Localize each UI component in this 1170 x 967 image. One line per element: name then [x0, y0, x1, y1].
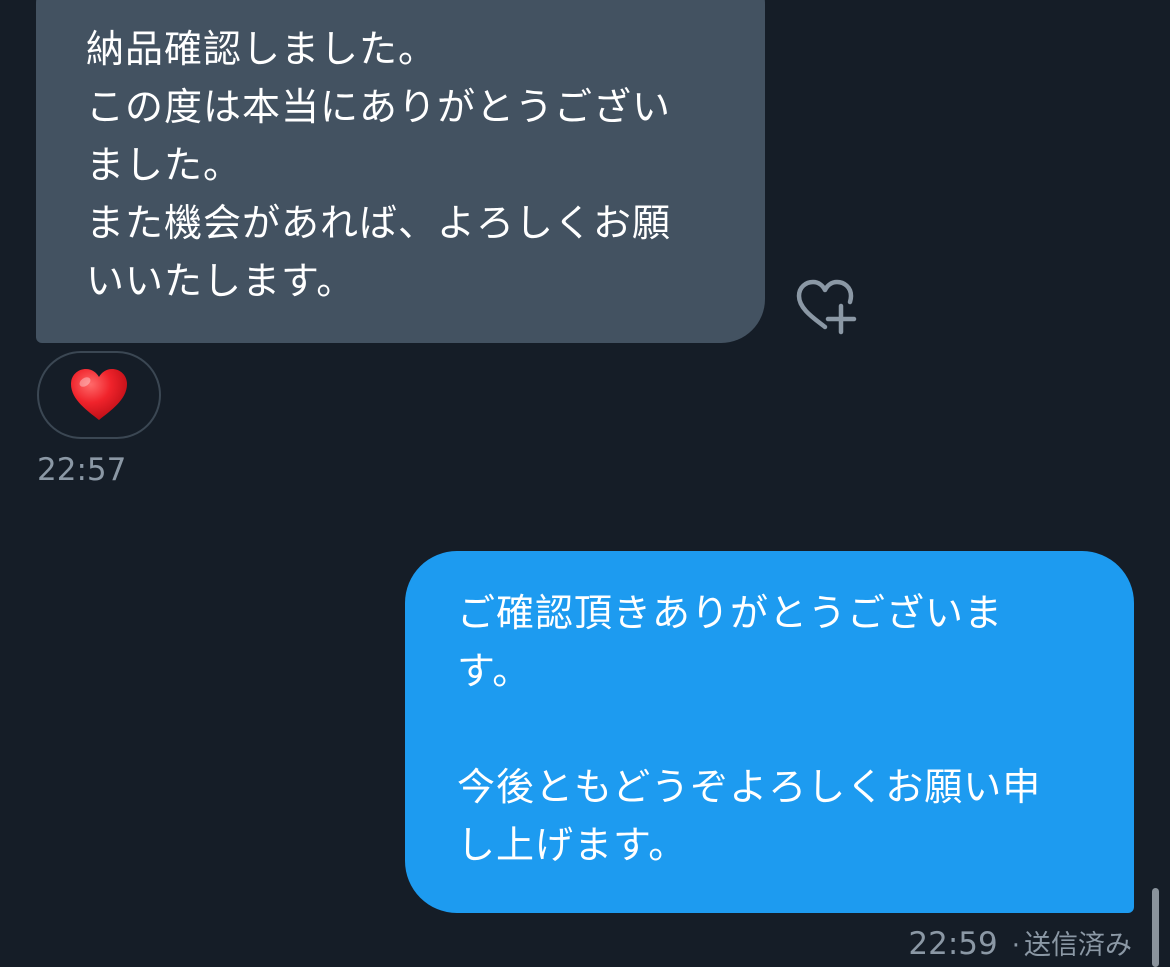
delivery-status: 送信済み: [1024, 930, 1132, 961]
heart-plus-icon: [796, 279, 857, 335]
message-line: ました。: [86, 143, 243, 187]
message-timestamp: 22:59: [908, 926, 998, 962]
message-line: 今後ともどうぞよろしくお願い申: [457, 765, 1042, 809]
scrollbar[interactable]: [1152, 888, 1159, 967]
sent-message-bubble[interactable]: ご確認頂きありがとうございま す。 今後ともどうぞよろしくお願い申 し上げます。: [405, 551, 1134, 913]
conversation-view: 納品確認しました。 この度は本当にありがとうござい ました。 また機会があれば、…: [0, 0, 1170, 967]
message-line: し上げます。: [457, 823, 688, 867]
message-line: ご確認頂きありがとうございま: [457, 591, 1004, 635]
reaction-pill[interactable]: [37, 351, 161, 439]
message-timestamp: 22:57: [37, 452, 127, 488]
message-line: いいたします。: [86, 259, 356, 303]
message-line: 納品確認しました。: [86, 27, 438, 71]
meta-separator: ·: [1011, 931, 1020, 961]
message-line: す。: [457, 649, 532, 693]
add-reaction-button[interactable]: [793, 279, 857, 337]
red-heart-icon: [71, 369, 127, 420]
message-line: また機会があれば、よろしくお願: [86, 201, 672, 245]
message-line: [457, 700, 1134, 758]
sent-message-meta: 22:59 · 送信済み: [908, 926, 1132, 964]
received-message-bubble[interactable]: 納品確認しました。 この度は本当にありがとうござい ました。 また機会があれば、…: [36, 0, 765, 343]
message-line: この度は本当にありがとうござい: [86, 85, 672, 129]
